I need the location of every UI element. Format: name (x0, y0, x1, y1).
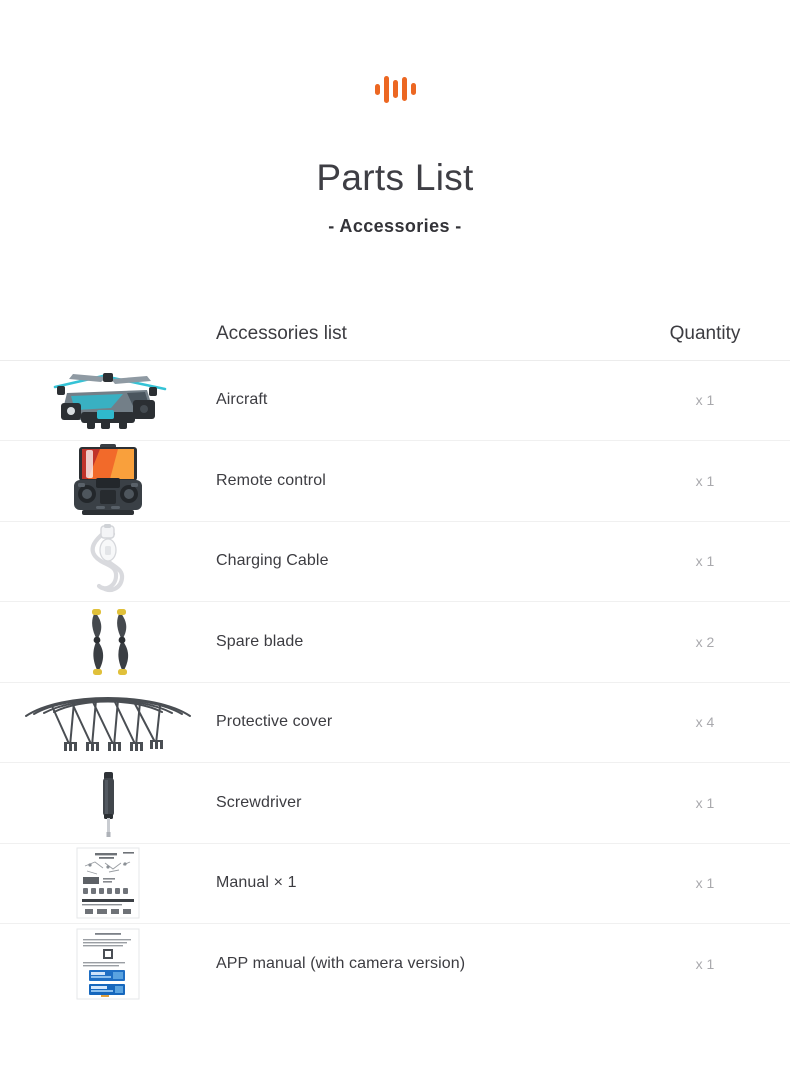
parts-table: Accessories list Quantity Aircraft x 1 R… (0, 309, 790, 1005)
screwdriver-image (0, 764, 216, 842)
item-quantity: x 1 (695, 875, 715, 892)
item-name: APP manual (with camera version) (216, 955, 466, 973)
app-manual-document-image (0, 925, 216, 1003)
charging-cable-image (0, 522, 216, 600)
logo-bar-5 (410, 83, 416, 95)
spare-blade-image (0, 603, 216, 681)
item-name: Manual × 1 (216, 874, 297, 892)
table-row: Charging Cable x 1 (0, 522, 790, 603)
item-quantity: x 4 (695, 714, 715, 731)
item-name: Charging Cable (216, 552, 329, 570)
header-quantity: Quantity (669, 323, 741, 345)
parts-list-page: Parts List - Accessories - Accessories l… (0, 0, 790, 1082)
item-name: Protective cover (216, 713, 333, 731)
page-title: Parts List (316, 157, 474, 198)
remote-control-image (0, 442, 216, 520)
table-header-row: Accessories list Quantity (0, 309, 790, 361)
item-quantity: x 1 (695, 956, 715, 973)
brand-logo-container (0, 72, 790, 106)
table-row: APP manual (with camera version) x 1 (0, 924, 790, 1005)
item-name: Remote control (216, 471, 326, 489)
table-row: Protective cover x 4 (0, 683, 790, 764)
table-row: Remote control x 1 (0, 441, 790, 522)
item-name: Screwdriver (216, 793, 302, 811)
logo-bar-4 (401, 77, 407, 101)
item-quantity: x 1 (695, 794, 715, 811)
item-quantity: x 2 (695, 633, 715, 650)
page-subtitle: - Accessories - (328, 215, 462, 236)
table-row: Spare blade x 2 (0, 602, 790, 683)
sound-wave-logo (374, 72, 416, 106)
logo-bar-2 (383, 75, 389, 103)
table-row: Aircraft x 1 (0, 361, 790, 442)
item-quantity: x 1 (695, 392, 715, 409)
item-quantity: x 1 (695, 472, 715, 489)
table-row: Manual × 1 x 1 (0, 844, 790, 925)
logo-bar-3 (392, 80, 398, 98)
manual-document-image (0, 844, 216, 922)
table-row: Screwdriver x 1 (0, 763, 790, 844)
protective-cover-image (0, 683, 216, 761)
drone-aircraft-image (0, 361, 216, 439)
item-quantity: x 1 (695, 553, 715, 570)
item-name: Spare blade (216, 632, 304, 650)
logo-bar-1 (374, 83, 380, 95)
item-name: Aircraft (216, 391, 268, 409)
header-accessories-list: Accessories list (216, 323, 347, 345)
